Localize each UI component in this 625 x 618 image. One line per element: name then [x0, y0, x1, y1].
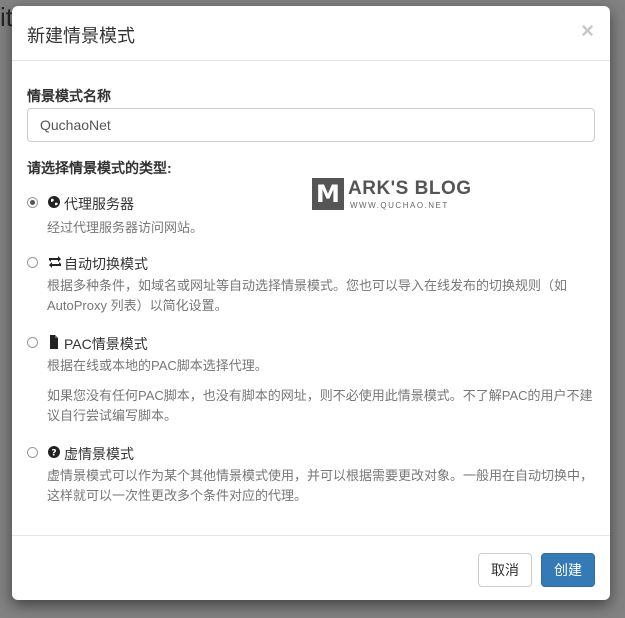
globe-icon	[48, 196, 60, 208]
blog-watermark: M ARK'S BLOG WWW.QUCHAO.NET	[312, 178, 472, 218]
radio-pac[interactable]	[27, 337, 38, 348]
file-icon	[50, 335, 58, 349]
new-profile-dialog: 新建情景模式 × 情景模式名称 请选择情景模式的类型: 代理服务器 经过代理服务…	[12, 6, 610, 600]
radio-proxy-server[interactable]	[27, 197, 38, 208]
radio-auto-switch[interactable]	[27, 257, 38, 268]
cancel-button[interactable]: 取消	[478, 553, 532, 587]
retweet-icon	[49, 256, 61, 268]
dialog-title: 新建情景模式	[27, 26, 135, 46]
question-sign-icon: ?	[48, 446, 60, 459]
option-title: 自动切换模式	[64, 256, 148, 272]
create-button[interactable]: 创建	[541, 553, 595, 587]
close-icon[interactable]: ×	[581, 18, 594, 44]
option-description: 经过代理服务器访问网站。	[47, 220, 204, 235]
watermark-text: ARK'S BLOG	[348, 178, 472, 199]
profile-name-input[interactable]	[27, 108, 595, 142]
option-description: 根据在线或本地的PAC脚本选择代理。	[47, 358, 268, 373]
watermark-logo-letter: M	[312, 178, 344, 210]
dialog-footer: 取消 创建	[12, 535, 610, 600]
dialog-header: 新建情景模式 ×	[12, 6, 610, 61]
option-title: 虚情景模式	[64, 446, 134, 462]
profile-type-label: 请选择情景模式的类型:	[27, 160, 172, 176]
option-description: 虚情景模式可以作为某个其他情景模式使用，并可以根据需要更改对象。一般用在自动切换…	[47, 468, 594, 503]
profile-name-label: 情景模式名称	[27, 88, 111, 104]
radio-virtual[interactable]	[27, 447, 38, 458]
svg-text:?: ?	[51, 449, 56, 459]
option-description-extra: 如果您没有任何PAC脚本，也没有脚本的网址，则不必使用此情景模式。不了解PAC的…	[47, 388, 593, 423]
option-description: 根据多种条件，如域名或网址等自动选择情景模式。您也可以导入在线发布的切换规则（如…	[47, 278, 568, 313]
watermark-url: WWW.QUCHAO.NET	[350, 201, 449, 210]
option-title: PAC情景模式	[64, 336, 148, 352]
option-title: 代理服务器	[64, 196, 134, 212]
